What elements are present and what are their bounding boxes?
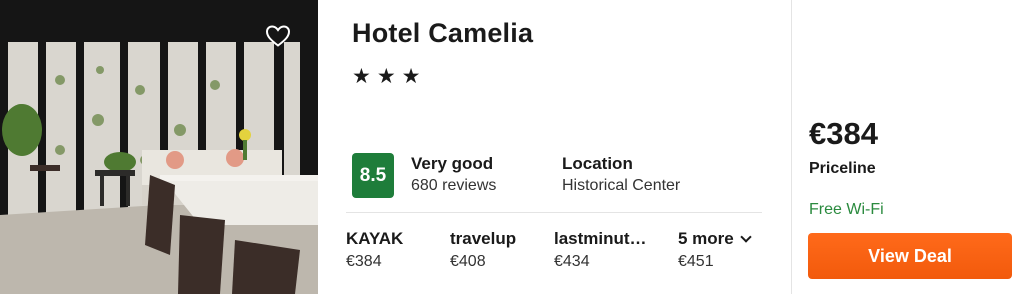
more-providers-label-row: 5 more — [678, 228, 752, 249]
favorite-button[interactable] — [262, 20, 294, 52]
best-price-provider: Priceline — [809, 160, 876, 177]
star-rating: ★★★ — [352, 65, 427, 88]
amenity-free-wifi: Free Wi-Fi — [809, 201, 884, 218]
column-divider — [791, 0, 792, 294]
provider-name: KAYAK — [346, 229, 404, 248]
provider-kayak[interactable]: KAYAK €384 — [346, 228, 403, 275]
view-deal-button[interactable]: View Deal — [808, 233, 1012, 279]
hotel-result-card[interactable]: Hotel Camelia ★★★ 8.5 Very good 680 revi… — [0, 0, 1024, 294]
location-info: Location Historical Center — [562, 153, 680, 198]
more-providers-button[interactable]: 5 more €451 — [678, 228, 752, 275]
provider-lastminute[interactable]: lastminut… €434 — [554, 228, 647, 275]
location-value: Historical Center — [562, 177, 681, 194]
location-label: Location — [562, 154, 633, 173]
chevron-down-icon — [740, 230, 752, 243]
rating-label: Very good — [411, 154, 494, 173]
provider-price: €434 — [554, 253, 590, 270]
review-count: 680 reviews — [411, 177, 497, 194]
provider-name: lastminut… — [554, 229, 647, 248]
rating-summary[interactable]: Very good 680 reviews — [411, 153, 496, 198]
section-divider — [346, 212, 762, 213]
provider-price: €384 — [346, 253, 382, 270]
best-price: €384 — [809, 116, 878, 151]
provider-travelup[interactable]: travelup €408 — [450, 228, 516, 275]
heart-icon — [265, 25, 291, 47]
hotel-name[interactable]: Hotel Camelia — [352, 18, 533, 49]
hotel-photo[interactable] — [0, 0, 318, 294]
provider-price: €408 — [450, 253, 486, 270]
provider-list: KAYAK €384 travelup €408 lastminut… €434… — [346, 228, 766, 278]
more-providers-price: €451 — [678, 253, 714, 270]
more-providers-label: 5 more — [678, 229, 734, 248]
provider-name: travelup — [450, 229, 517, 248]
rating-score-badge: 8.5 — [352, 153, 394, 198]
